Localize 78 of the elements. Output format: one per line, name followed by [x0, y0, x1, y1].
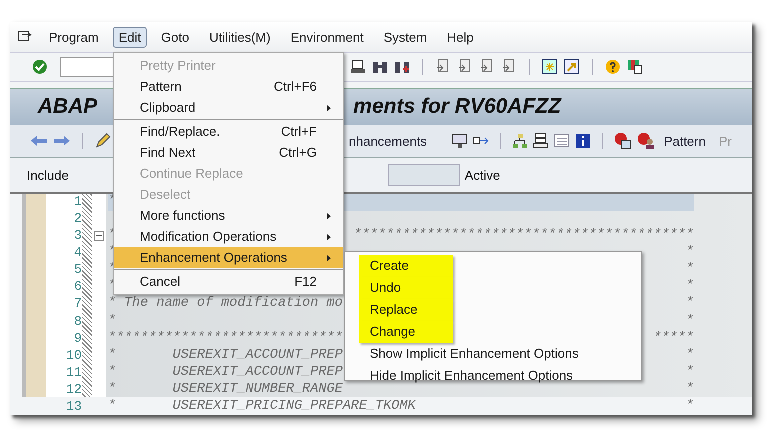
- code-text: *: [686, 245, 694, 262]
- menu-item[interactable]: Utilities(M): [203, 26, 277, 48]
- code-text: *: [686, 364, 694, 382]
- menu-item[interactable]: Modification Operations: [114, 226, 343, 247]
- screen-title: ABAP: [38, 95, 98, 119]
- code-text: *: [686, 262, 694, 279]
- line-number: 6: [73, 279, 82, 296]
- code-text: * USEREXIT_NUMBER_RANGE: [108, 382, 343, 399]
- menu-icon[interactable]: [18, 31, 32, 43]
- pencil-icon[interactable]: [94, 132, 112, 150]
- line-number: 12: [65, 382, 82, 399]
- code-text: *: [686, 348, 694, 365]
- line-number: 3: [73, 228, 82, 246]
- line-number: 8: [73, 314, 82, 331]
- menu-item[interactable]: Create: [359, 255, 453, 277]
- status-text: Active: [464, 168, 500, 182]
- line-number: 9: [73, 330, 82, 348]
- include-field[interactable]: [388, 164, 460, 186]
- stop-sign-icon[interactable]: [614, 132, 632, 150]
- line-number: 13: [65, 398, 82, 415]
- menu-item[interactable]: Cancel F12: [114, 271, 343, 292]
- code-text: *****************************: [108, 330, 343, 348]
- include-label: Include: [27, 168, 69, 182]
- toolbar-button[interactable]: nhancements: [345, 132, 432, 150]
- menu-item[interactable]: Hide Implicit Enhancement Options: [359, 365, 641, 387]
- list-icon[interactable]: [554, 133, 570, 149]
- hierarchy-icon[interactable]: [512, 133, 528, 149]
- menu-item[interactable]: Pattern Ctrl+F6: [114, 76, 343, 97]
- code-text: *: [686, 314, 694, 331]
- menu-item[interactable]: Edit: [112, 26, 148, 48]
- line-number: 10: [65, 348, 82, 365]
- screen-title: ments for RV60AFZZ: [354, 95, 562, 119]
- code-text: * USEREXIT_PRICING_PREPARE_TKOMK: [108, 398, 416, 415]
- code-text: * USEREXIT_ACCOUNT_PREP: [108, 364, 343, 382]
- menu-item[interactable]: Find/Replace. Ctrl+F: [114, 121, 343, 142]
- menu-item[interactable]: Show Implicit Enhancement Options: [359, 343, 641, 365]
- menu-item[interactable]: Help: [441, 26, 480, 48]
- page-arrow-icon[interactable]: [457, 59, 473, 75]
- stack-icon[interactable]: [533, 133, 550, 149]
- printer-icon[interactable]: [350, 59, 366, 75]
- menu-item[interactable]: Clipboard: [114, 97, 343, 118]
- line-number: 4: [73, 245, 82, 262]
- info-icon[interactable]: [575, 133, 592, 149]
- page-arrow-icon[interactable]: [501, 59, 517, 75]
- menu-item[interactable]: Undo: [359, 277, 453, 299]
- menu-item[interactable]: Environment: [284, 26, 370, 48]
- page-arrow-icon[interactable]: [479, 59, 495, 75]
- collapse-icon[interactable]: [94, 231, 104, 241]
- line-number: 1: [73, 194, 82, 211]
- check-icon[interactable]: [32, 59, 48, 75]
- code-text: *: [686, 398, 694, 415]
- menu-item[interactable]: Enhancement Operations: [114, 247, 343, 268]
- help-icon[interactable]: [605, 59, 621, 75]
- code-text: ******************************************: [354, 228, 694, 245]
- code-text: *: [686, 296, 694, 314]
- display-icon[interactable]: [452, 133, 468, 149]
- menu-item[interactable]: Goto: [155, 26, 196, 48]
- page-arrow-icon[interactable]: [435, 59, 451, 75]
- menu-item[interactable]: Change: [359, 321, 453, 343]
- code-text: *****: [653, 330, 694, 348]
- back-arrow-icon[interactable]: [30, 134, 48, 148]
- code-text: *: [686, 382, 694, 399]
- forward-arrow-icon[interactable]: [53, 134, 71, 148]
- code-text: *: [108, 314, 116, 331]
- line-number: 11: [65, 364, 82, 382]
- menu-item[interactable]: Program: [43, 26, 105, 48]
- menu-item[interactable]: Find Next Ctrl+G: [114, 142, 343, 163]
- menu-item[interactable]: System: [378, 26, 434, 48]
- toolbar-button[interactable]: Pattern: [660, 132, 710, 150]
- line-number: 7: [73, 296, 82, 314]
- line-number: 5: [73, 262, 82, 280]
- code-text: *: [686, 279, 694, 296]
- line-number: 2: [73, 211, 82, 228]
- menu-item[interactable]: Replace: [359, 299, 453, 321]
- code-text: * USEREXIT_ACCOUNT_PREP: [108, 348, 343, 365]
- menu-item[interactable]: More functions: [114, 205, 343, 226]
- code-text: * The name of modification mo: [108, 296, 343, 314]
- stop-user-icon[interactable]: [637, 132, 656, 150]
